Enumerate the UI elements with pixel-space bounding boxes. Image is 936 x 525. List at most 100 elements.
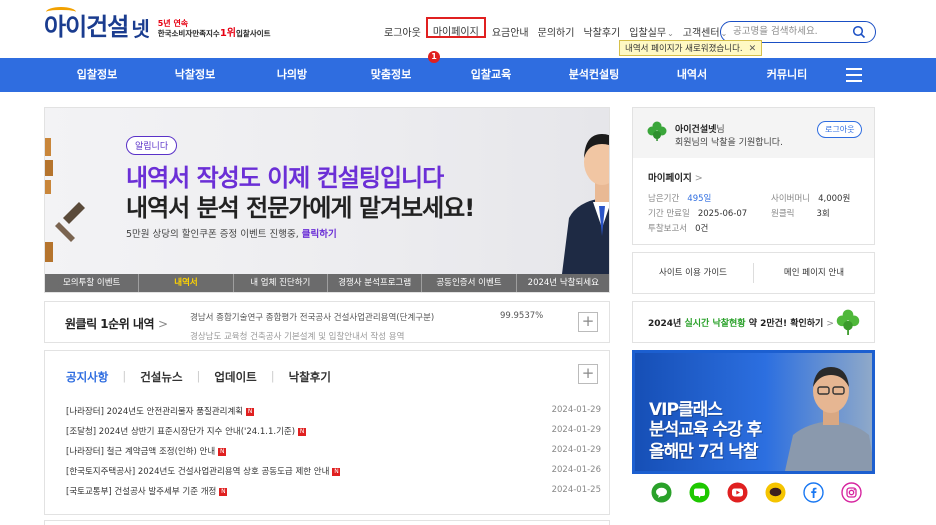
new-badge: N — [219, 487, 228, 496]
instructor-photo — [785, 367, 872, 471]
item-date: 2024-01-29 — [551, 425, 601, 435]
list-item[interactable]: [나라장터] 2024년도 안전관리물자 품질관리계획 N 2024-01-29 — [66, 405, 601, 425]
close-icon[interactable]: ✕ — [749, 44, 757, 54]
logo-text: 아이건설 — [44, 7, 129, 41]
main-page-guide-button[interactable]: 메인 페이지 안내 — [754, 253, 874, 293]
item-date: 2024-01-25 — [551, 485, 601, 495]
mypage-link[interactable]: 마이페이지 — [425, 17, 486, 38]
oneclick-line-2[interactable]: 경상남도 교육청 건축공사 기본설계 및 입찰안내서 작성 용역 — [190, 330, 404, 342]
vip-class-banner[interactable]: VIP클래스 분석교육 수강 후 올해만 7건 낙찰 — [632, 350, 875, 474]
news-more-button[interactable]: + — [578, 364, 598, 384]
nav-item-bid-education[interactable]: 입찰교육 — [456, 58, 526, 92]
tab-divider: | — [122, 369, 127, 383]
banner-tab-competitor[interactable]: 경쟁사 분석프로그램 — [328, 274, 423, 292]
social-links — [651, 482, 862, 504]
notice-pill: 알립니다 — [126, 136, 178, 155]
bid-practice-menu[interactable]: 입찰실무⌄ — [629, 24, 674, 39]
inquiry-link[interactable]: 문의하기 — [538, 24, 575, 39]
oneclick-line-1[interactable]: 경남서 종합기술연구 종합평가 전국공사 건설사업관리용역(단계구분) — [190, 311, 434, 323]
nav-item-community[interactable]: 커뮤니티 — [752, 58, 822, 92]
nav-item-bid-info[interactable]: 입찰정보 — [62, 58, 132, 92]
consultant-photo — [562, 134, 609, 274]
banner-click-link[interactable]: 클릭하기 — [302, 229, 337, 240]
oneclick-panel: 원클릭 1순위 내역 > 경남서 종합기술연구 종합평가 전국공사 건설사업관리용… — [44, 301, 610, 343]
instagram-icon[interactable] — [841, 482, 862, 503]
nav-item-award-info[interactable]: 낙찰정보 — [160, 58, 230, 92]
guide-links: 사이트 이용 가이드 메인 페이지 안내 — [632, 252, 875, 294]
reviews-link[interactable]: 낙찰후기 — [583, 24, 620, 39]
award-badge-bottom: 한국소비자만족지수1위입찰사이트 — [157, 28, 271, 39]
user-greeting: 회원님의 낙찰을 기원합니다. — [675, 138, 783, 148]
logout-button[interactable]: 로그아웃 — [817, 121, 863, 138]
item-date: 2024-01-29 — [551, 405, 601, 415]
banner-tab-certificate[interactable]: 공동인증서 이벤트 — [422, 274, 517, 292]
logo-arc — [46, 7, 76, 17]
nav-item-my-room[interactable]: 나의방 — [262, 58, 322, 92]
site-guide-button[interactable]: 사이트 이용 가이드 — [633, 253, 753, 293]
banner-tab-bill[interactable]: 내역서 — [139, 274, 234, 292]
list-item[interactable]: [나라장터] 철근 계약금액 조정(인하) 안내 N 2024-01-29 — [66, 445, 601, 465]
user-name: 아이건설넷님 — [675, 125, 725, 135]
news-list: [나라장터] 2024년도 안전관리물자 품질관리계획 N 2024-01-29 [… — [66, 405, 601, 505]
banner-tab-mock-bid[interactable]: 모의투찰 이벤트 — [45, 274, 140, 292]
kakaotalk-icon[interactable] — [765, 482, 786, 503]
youtube-icon[interactable] — [727, 482, 748, 503]
new-badge: N — [332, 467, 341, 476]
search-icon[interactable] — [852, 25, 866, 39]
profile-mypage-link[interactable]: 마이페이지 > — [648, 170, 703, 184]
banner-tab-diagnosis[interactable]: 내 업체 진단하기 — [234, 274, 328, 292]
oneclick-more-button[interactable]: + — [578, 312, 598, 332]
logout-link[interactable]: 로그아웃 — [384, 24, 421, 39]
list-item[interactable]: [국토교통부] 건설공사 발주세부 기준 개정 N 2024-01-25 — [66, 485, 601, 505]
news-panel: 공지사항 | 건설뉴스 | 업데이트 | 낙찰후기 + [나라장터] 2024년… — [44, 350, 610, 515]
banner-tabs: 모의투찰 이벤트 내역서 내 업체 진단하기 경쟁사 분석프로그램 공동인증서 … — [45, 274, 609, 292]
tab-updates[interactable]: 업데이트 — [214, 369, 256, 385]
new-badge: N — [298, 427, 307, 436]
banner-tab-2024[interactable]: 2024년 낙찰되세요 — [517, 274, 609, 292]
stat-remaining-days: 남은기간 495일 — [648, 194, 712, 204]
nav-item-bill-of-quantities[interactable]: 내역서 — [662, 58, 722, 92]
tab-divider: | — [270, 369, 275, 383]
stat-expiry-date: 기간 만료일 2025-06-07 — [648, 209, 748, 219]
clover-icon — [836, 309, 860, 335]
tab-construction-news[interactable]: 건설뉴스 — [140, 369, 182, 385]
site-header: 아이건설 넷 5년 연속 한국소비자만족지수1위입찰사이트 로그아웃 마이페이지… — [0, 0, 936, 58]
award-badge: 5년 연속 한국소비자만족지수1위입찰사이트 — [158, 19, 271, 41]
chevron-right-icon: > — [158, 317, 168, 331]
tab-notices[interactable]: 공지사항 — [66, 369, 108, 385]
tooltip-text: 내역서 페이지가 새로워졌습니다. — [625, 44, 743, 54]
search-input[interactable] — [733, 24, 851, 39]
list-item[interactable]: [조달청] 2024년 상반기 표준시장단가 지수 안내('24.1.1.기준)… — [66, 425, 601, 445]
tab-divider: | — [196, 369, 201, 383]
vip-line-3: 올해만 7건 낙찰 — [649, 442, 759, 462]
item-date: 2024-01-29 — [551, 445, 601, 455]
banner-headline-2: 내역서 분석 전문가에게 맡겨보세요! — [126, 194, 475, 222]
main-nav: 입찰정보 낙찰정보 나의방 맞춤정보 입찰교육 분석컨설팅 내역서 커뮤니티 — [0, 58, 936, 92]
gavel-illustration — [45, 138, 85, 262]
list-item[interactable]: [한국토지주택공사] 2024년도 건설사업관리용역 상호 공동도급 제한 안내… — [66, 465, 601, 485]
item-date: 2024-01-26 — [551, 465, 601, 475]
pricing-link[interactable]: 요금안내 — [492, 24, 529, 39]
live-awards-text: 2024년 실시간 낙찰현황 약 2만건! 확인하기 > — [648, 319, 834, 329]
site-logo[interactable]: 아이건설 넷 5년 연속 한국소비자만족지수1위입찰사이트 — [44, 7, 271, 41]
profile-panel: 아이건설넷님 회원님의 낙찰을 기원합니다. 로그아웃 마이페이지 > 남은기간 4… — [632, 107, 875, 245]
menu-icon[interactable] — [846, 68, 862, 82]
chevron-right-icon: > — [826, 319, 834, 329]
oneclick-title[interactable]: 원클릭 1순위 내역 > — [65, 315, 168, 332]
facebook-icon[interactable] — [803, 482, 824, 503]
news-tabs: 공지사항 | 건설뉴스 | 업데이트 | 낙찰후기 — [66, 369, 345, 385]
profile-header: 아이건설넷님 회원님의 낙찰을 기원합니다. 로그아웃 — [633, 108, 874, 158]
notification-badge: 1 — [428, 51, 440, 63]
award-badge-top: 5년 연속 — [157, 19, 189, 28]
nav-item-custom-info[interactable]: 맞춤정보 — [356, 58, 426, 92]
next-panel-edge — [44, 520, 610, 525]
tab-reviews[interactable]: 낙찰후기 — [289, 369, 331, 385]
wechat-icon[interactable] — [651, 482, 672, 503]
chevron-down-icon: ⌄ — [667, 29, 674, 38]
update-tooltip: 내역서 페이지가 새로워졌습니다. ✕ — [619, 40, 763, 56]
live-awards-banner[interactable]: 2024년 실시간 낙찰현황 약 2만건! 확인하기 > — [632, 301, 875, 343]
nav-item-analysis-consulting[interactable]: 분석컨설팅 — [554, 58, 634, 92]
new-badge: N — [218, 447, 227, 456]
promo-banner[interactable]: 알립니다 내역서 작성도 이제 컨설팅입니다 내역서 분석 전문가에게 맡겨보세… — [44, 107, 610, 293]
naver-blog-icon[interactable] — [689, 482, 710, 503]
